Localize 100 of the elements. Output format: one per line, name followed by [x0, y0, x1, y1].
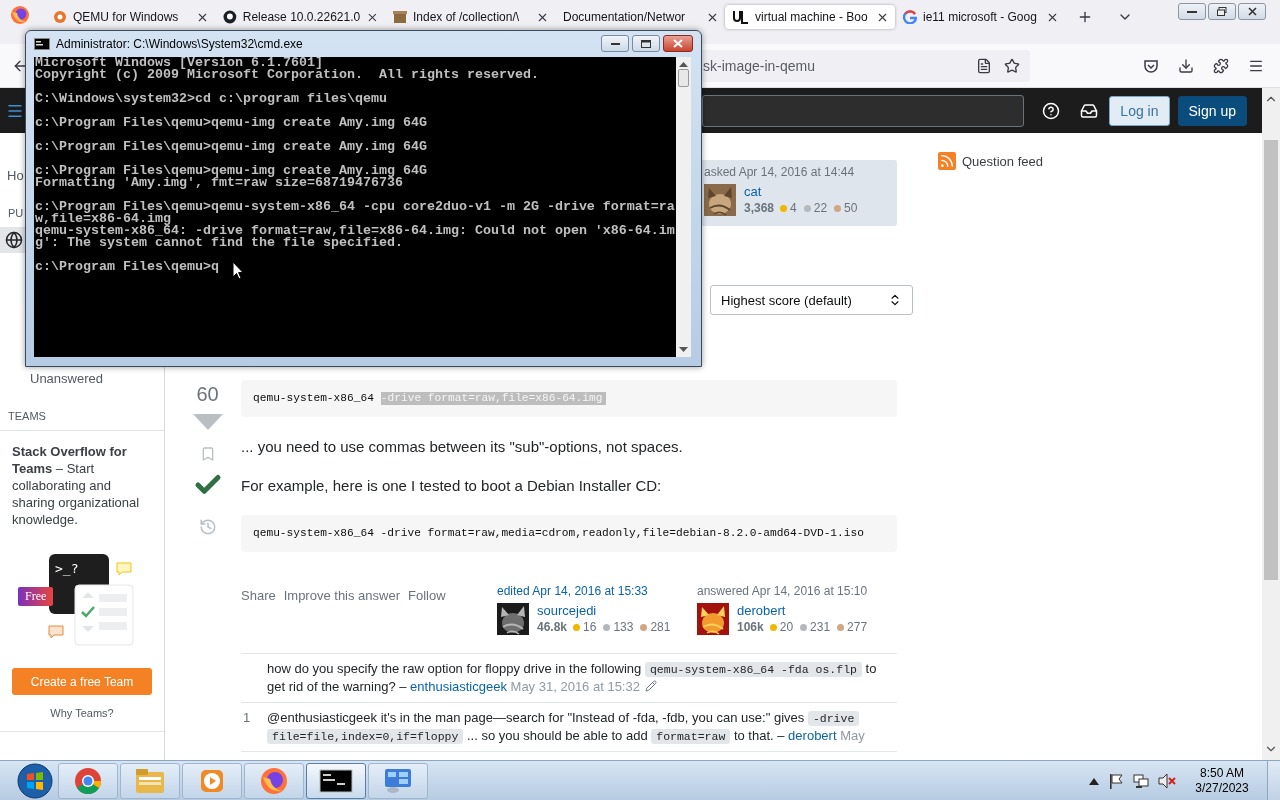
- browser-tab[interactable]: QEMU for Windows: [45, 5, 215, 29]
- comment-score: 1: [243, 710, 251, 725]
- console-line: c:\Program Files\qemu>qemu-system-x86_64 -cpu core2duo-v1 -m 2G -drive format=ra: [35, 201, 675, 213]
- browser-tab[interactable]: Index of /collection/\: [385, 5, 555, 29]
- console-line: Copyright (c) 2009 Microsoft Corporation. All rights reserved.: [35, 69, 539, 81]
- badge-count: 50: [844, 201, 858, 215]
- address-field[interactable]: sk-image-in-qemu: [702, 49, 1030, 82]
- console-line: c:\Program Files\qemu>qemu-img create Amy.img 64G: [35, 117, 427, 129]
- reputation-score: 3,368: [744, 201, 775, 215]
- maximize-icon: [641, 39, 651, 48]
- user-name[interactable]: sourcejedi: [537, 603, 675, 618]
- control-panel-icon: [383, 766, 413, 795]
- badge-count: 22: [813, 201, 828, 215]
- browser-tab[interactable]: virtual machine - Boo: [725, 5, 895, 29]
- star-icon[interactable]: [1004, 57, 1020, 74]
- scrollbar-thumb[interactable]: [678, 69, 689, 87]
- sort-select[interactable]: Highest score (default): [710, 285, 913, 315]
- sort-value: Highest score (default): [721, 292, 852, 308]
- post-menu-link[interactable]: Improve this answer: [283, 588, 401, 603]
- app-icon: [53, 10, 67, 24]
- maximize-button[interactable]: [632, 35, 660, 52]
- console-line: c:\Program Files\qemu>q: [35, 261, 219, 273]
- close-icon: [673, 39, 683, 48]
- minimize-button[interactable]: [1178, 3, 1206, 20]
- circle-logo-icon: [223, 10, 237, 24]
- close-button[interactable]: [1238, 3, 1266, 20]
- badge-count: 277: [847, 620, 868, 634]
- firefox-icon: [260, 766, 288, 795]
- comment-text: @enthusiasticgeek it's in the man page—search for "Instead of -fda, -fdb, you can use:" gives -drive file=file,index=0,if=floppy ... so you should be able to add format=raw to that. – derobert May: [267, 709, 866, 745]
- badge-count: 281: [650, 620, 671, 634]
- user-name[interactable]: derobert: [737, 603, 872, 618]
- question-feed-link[interactable]: Question feed: [962, 153, 1043, 169]
- restore-button[interactable]: [1208, 3, 1236, 20]
- badge-count: 16: [583, 620, 597, 634]
- sign-up-button[interactable]: Sign up: [1177, 95, 1247, 126]
- nav-link[interactable]: Ho: [7, 167, 24, 185]
- taskbar-app-button[interactable]: [306, 762, 366, 799]
- console-line: w,file=x86-64.img: [35, 213, 171, 225]
- globe-icon: [5, 231, 23, 249]
- close-button[interactable]: [663, 35, 693, 52]
- answer-paragraph: ... you need to use commas between its "sub"-options, not spaces.: [241, 437, 684, 456]
- nav-item[interactable]: [0, 227, 25, 253]
- terminal-icon: [319, 768, 353, 793]
- console-icon: [34, 38, 50, 50]
- log-in-button[interactable]: Log in: [1109, 95, 1170, 126]
- nav-heading: TEAMS: [8, 410, 46, 422]
- show-hidden-icons-icon[interactable]: [1089, 776, 1099, 785]
- console-line: C:\Windows\system32>cd c:\program files\qemu: [35, 93, 387, 105]
- help-icon[interactable]: [1042, 101, 1061, 120]
- asked-date: asked Apr 14, 2016 at 14:44: [704, 165, 856, 179]
- flag-icon[interactable]: [1108, 772, 1124, 789]
- vote-count: 60: [196, 383, 219, 406]
- user-link[interactable]: enthusiasticgeek: [410, 679, 507, 694]
- post-menu-link[interactable]: Follow: [408, 588, 446, 603]
- console-line: Formatting 'Amy.img', fmt=raw size=68719476736: [35, 177, 403, 189]
- window-title: Administrator: C:\Windows\System32\cmd.exe: [56, 37, 303, 51]
- user-link[interactable]: derobert: [788, 728, 837, 743]
- close-icon: [1247, 7, 1257, 16]
- answer-paragraph: For example, here is one I tested to boot a Debian Installer CD:: [241, 476, 663, 495]
- badge-count: 133: [613, 620, 634, 634]
- firefox-icon[interactable]: [10, 5, 30, 25]
- minimize-button[interactable]: [601, 35, 629, 52]
- checklist-drawing: [74, 584, 134, 646]
- console-line: qemu-system-x86_64: -drive format=raw,file=x86-64.img: Could not open 'x86-64.im: [35, 225, 675, 237]
- teams-description: Stack Overflow for Teams – Start collaborating and sharing organizational knowledge.: [12, 443, 141, 528]
- inbox-icon[interactable]: [1080, 101, 1099, 120]
- scroll-up-icon[interactable]: [679, 61, 688, 67]
- pocket-icon[interactable]: [1143, 57, 1159, 74]
- search-field[interactable]: [702, 94, 1025, 127]
- why-teams-link[interactable]: Why Teams?: [50, 707, 114, 719]
- nav-link[interactable]: Unanswered: [30, 370, 103, 388]
- speech-bubble-icon: [116, 562, 132, 576]
- reputation-score: 106k: [737, 620, 764, 634]
- answered-date: answered Apr 14, 2016 at 15:10: [697, 584, 869, 598]
- browser-tab[interactable]: ie11 microsoft - Goog: [895, 5, 1065, 29]
- browser-tab[interactable]: Documentation/Networ: [555, 5, 725, 29]
- folder-icon: [135, 767, 165, 794]
- scrollbar-thumb[interactable]: [1264, 140, 1278, 580]
- restore-icon: [1217, 7, 1227, 16]
- clock-time: 8:50 AM: [1200, 765, 1244, 781]
- scroll-down-icon[interactable]: [679, 347, 688, 353]
- nav-heading: PU: [8, 207, 24, 219]
- clock-date: 3/27/2023: [1195, 780, 1249, 796]
- edited-date[interactable]: edited Apr 14, 2016 at 15:33: [497, 584, 697, 598]
- rss-icon: [938, 152, 956, 170]
- download-icon[interactable]: [1178, 57, 1194, 74]
- new-tab-icon[interactable]: [1077, 9, 1093, 25]
- console-line: c:\Program Files\qemu>qemu-img create Amy.img 64G: [35, 165, 427, 177]
- play-icon: [199, 767, 225, 794]
- reader-icon[interactable]: [976, 57, 992, 74]
- code-text: qemu-system-x86_64: [253, 392, 374, 405]
- extensions-icon[interactable]: [1213, 57, 1229, 74]
- network-icon[interactable]: [1133, 772, 1149, 789]
- browser-tab[interactable]: Release 10.0.22621.0: [215, 5, 385, 29]
- start-button[interactable]: [17, 762, 53, 799]
- user-name[interactable]: cat: [744, 184, 862, 199]
- selected-code-text: -drive format=raw,file=x86-64.img: [380, 392, 607, 405]
- badge-count: 231: [810, 620, 831, 634]
- volume-icon[interactable]: [1158, 772, 1176, 789]
- post-menu-link[interactable]: Share: [241, 588, 276, 603]
